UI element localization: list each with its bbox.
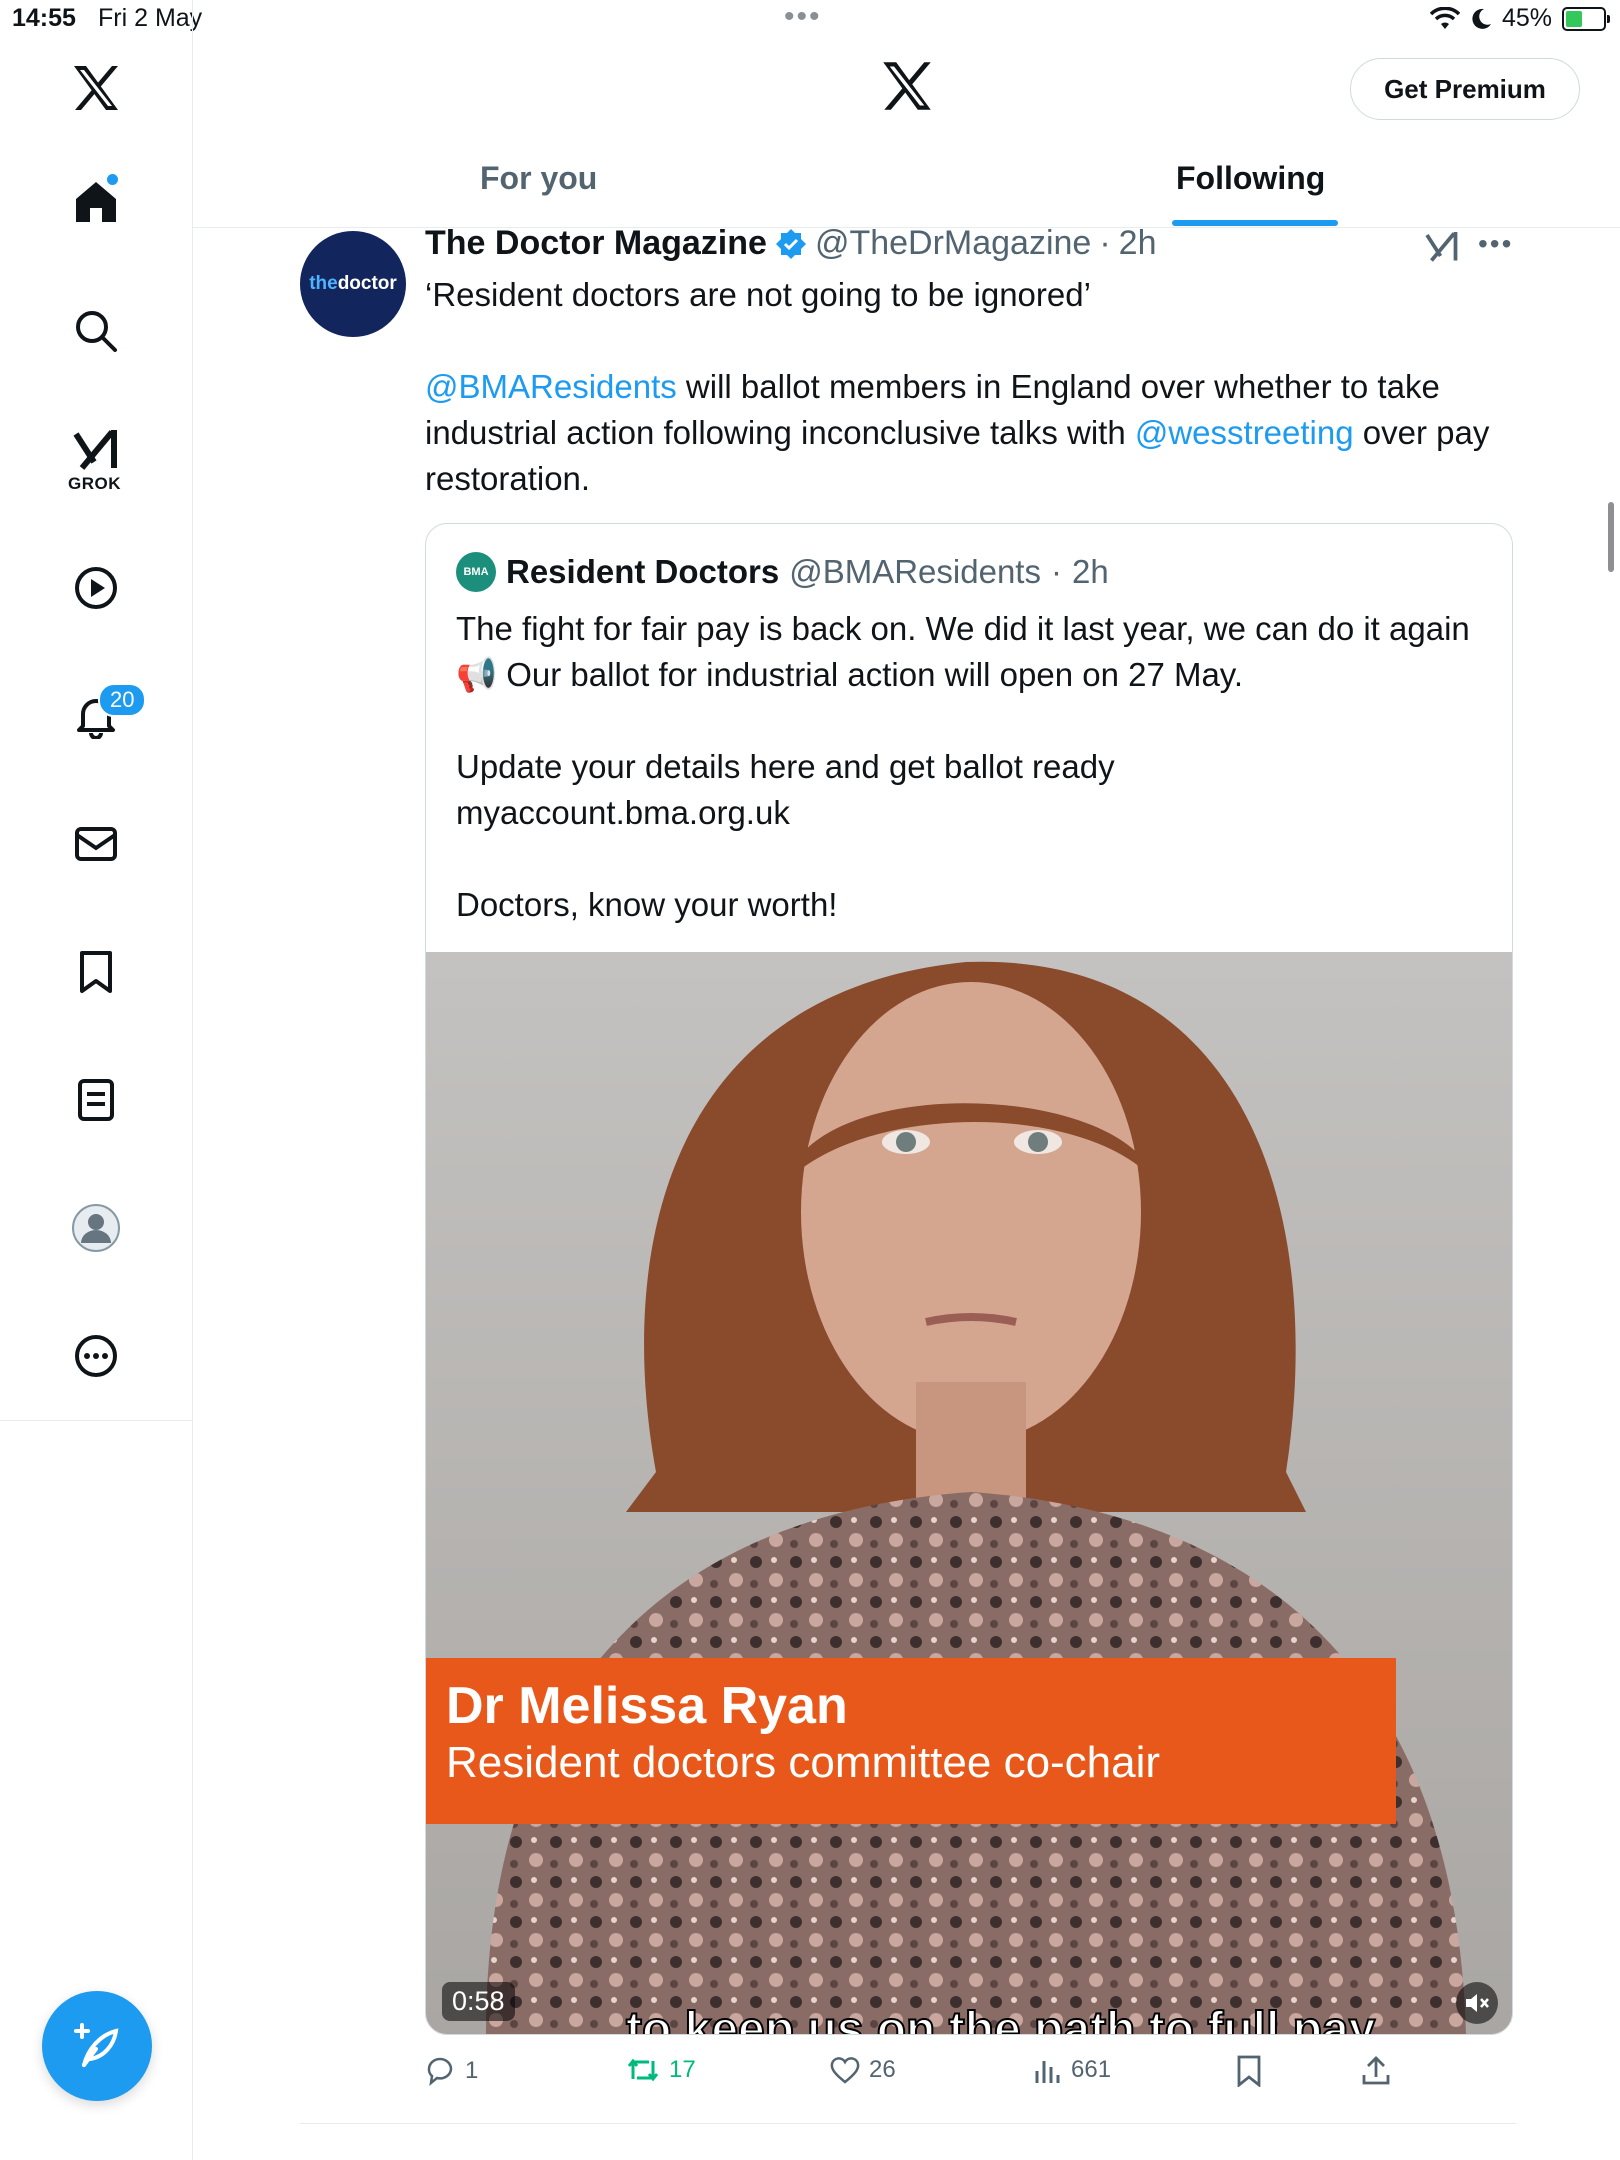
tab-for-you[interactable]: For you	[480, 160, 597, 197]
tweet-author-handle[interactable]: @TheDrMagazine	[815, 224, 1091, 263]
tweet-time[interactable]: 2h	[1119, 224, 1157, 263]
verified-badge-icon	[775, 228, 806, 259]
lists-icon[interactable]	[70, 1074, 122, 1126]
battery-fill	[1566, 10, 1583, 27]
messages-envelope-icon[interactable]	[70, 818, 122, 870]
reply-count: 1	[465, 2057, 479, 2084]
tweet-author-name[interactable]: The Doctor Magazine	[425, 224, 767, 263]
quoted-author-handle[interactable]: @BMAResidents	[789, 553, 1041, 591]
like-action[interactable]: 26	[829, 2055, 896, 2085]
x-logo-icon[interactable]	[70, 62, 122, 114]
quoted-author-avatar[interactable]: BMA	[456, 552, 496, 592]
quoted-tweet-text: The fight for fair pay is back on. We di…	[456, 606, 1476, 928]
tweet-header: The Doctor Magazine @TheDrMagazine · 2h	[425, 224, 1157, 263]
bookmark-action[interactable]	[1235, 2055, 1263, 2087]
reply-bubble-icon	[427, 2057, 453, 2087]
quoted-para-2-line-1: Update your details here and get ballot …	[456, 748, 1115, 785]
views-action[interactable]: 661	[1033, 2055, 1111, 2085]
tweet-divider	[300, 2123, 1516, 2124]
quoted-link[interactable]: myaccount.bma.org.uk	[456, 790, 1476, 836]
reply-action[interactable]: 1	[425, 2055, 478, 2087]
tab-following[interactable]: Following	[1176, 160, 1325, 197]
avatar-text-doctor: doctor	[337, 273, 397, 294]
more-circle-icon[interactable]	[70, 1330, 122, 1382]
status-indicators: 45%	[1429, 4, 1610, 33]
retweet-action[interactable]: 17	[625, 2055, 696, 2085]
retweet-icon	[627, 2058, 659, 2082]
multitasking-dots[interactable]: •••	[784, 0, 822, 34]
video-mute-button[interactable]	[1456, 1982, 1498, 2024]
share-upload-icon	[1362, 2056, 1390, 2085]
quoted-time: 2h	[1071, 553, 1109, 590]
tweet-author-avatar[interactable]: the doctor	[300, 231, 406, 337]
video-frame-image	[426, 952, 1512, 2034]
video-play-icon[interactable]	[70, 562, 122, 614]
quoted-tweet[interactable]: BMA Resident Doctors @BMAResidents · 2h …	[425, 523, 1513, 2035]
avatar-text-the: the	[309, 273, 338, 294]
compose-post-button[interactable]	[42, 1991, 152, 2101]
sidebar-divider	[0, 1420, 192, 1421]
tweet-line-1: ‘Resident doctors are not going to be ig…	[425, 276, 1091, 313]
video-lower-third: Dr Melissa Ryan Resident doctors committ…	[426, 1658, 1396, 1824]
quoted-author-name[interactable]: Resident Doctors	[506, 553, 779, 591]
x-header-logo-icon[interactable]	[880, 60, 934, 117]
views-bar-chart-icon	[1035, 2061, 1060, 2083]
quoted-para-1: The fight for fair pay is back on. We di…	[456, 610, 1470, 693]
tweet-text: ‘Resident doctors are not going to be ig…	[425, 272, 1515, 502]
search-icon[interactable]	[70, 305, 122, 357]
wifi-icon	[1429, 6, 1460, 29]
page-scrollbar[interactable]	[1608, 502, 1614, 572]
home-unread-dot	[107, 174, 118, 185]
retweet-count: 17	[669, 2056, 696, 2083]
bookmark-icon	[1237, 2055, 1261, 2087]
tweet-more-icon[interactable]: •••	[1478, 228, 1513, 260]
lower-third-name: Dr Melissa Ryan	[446, 1677, 848, 1735]
notifications-badge: 20	[98, 683, 147, 717]
active-tab-indicator	[1172, 220, 1338, 226]
moon-icon	[1472, 8, 1491, 29]
video-subtitle: to keep us on the path to full pay	[625, 2002, 1376, 2034]
like-count: 26	[869, 2056, 896, 2083]
quoted-separator: ·	[1050, 553, 1062, 590]
grok-label: GROK	[68, 474, 121, 493]
grok-icon[interactable]	[70, 424, 122, 476]
lower-third-role: Resident doctors committee co-chair	[446, 1738, 1161, 1787]
video-duration: 0:58	[442, 1982, 515, 2021]
compose-feather-icon	[74, 2023, 119, 2067]
mention-bmaresidents[interactable]: @BMAResidents	[425, 368, 677, 405]
profile-avatar-icon[interactable]	[70, 1202, 122, 1254]
quoted-tweet-header: BMA Resident Doctors @BMAResidents · 2h	[456, 552, 1109, 592]
get-premium-button[interactable]: Get Premium	[1350, 58, 1580, 120]
tweet-separator: ·	[1099, 224, 1111, 262]
battery-percent: 45%	[1501, 4, 1552, 32]
speaker-muted-icon	[1466, 1994, 1489, 2012]
video-player[interactable]: Dr Melissa Ryan Resident doctors committ…	[426, 952, 1512, 2034]
bookmarks-icon[interactable]	[70, 946, 122, 998]
quoted-para-3: Doctors, know your worth!	[456, 886, 838, 923]
heart-icon	[830, 2057, 860, 2084]
mention-wesstreeting[interactable]: @wesstreeting	[1135, 414, 1354, 451]
battery-icon	[1562, 6, 1610, 31]
grok-explain-icon[interactable]	[1424, 230, 1460, 269]
tweet-actions: 1 17 26 661	[425, 2055, 1515, 2095]
share-action[interactable]	[1360, 2055, 1392, 2087]
view-count: 661	[1071, 2056, 1112, 2083]
